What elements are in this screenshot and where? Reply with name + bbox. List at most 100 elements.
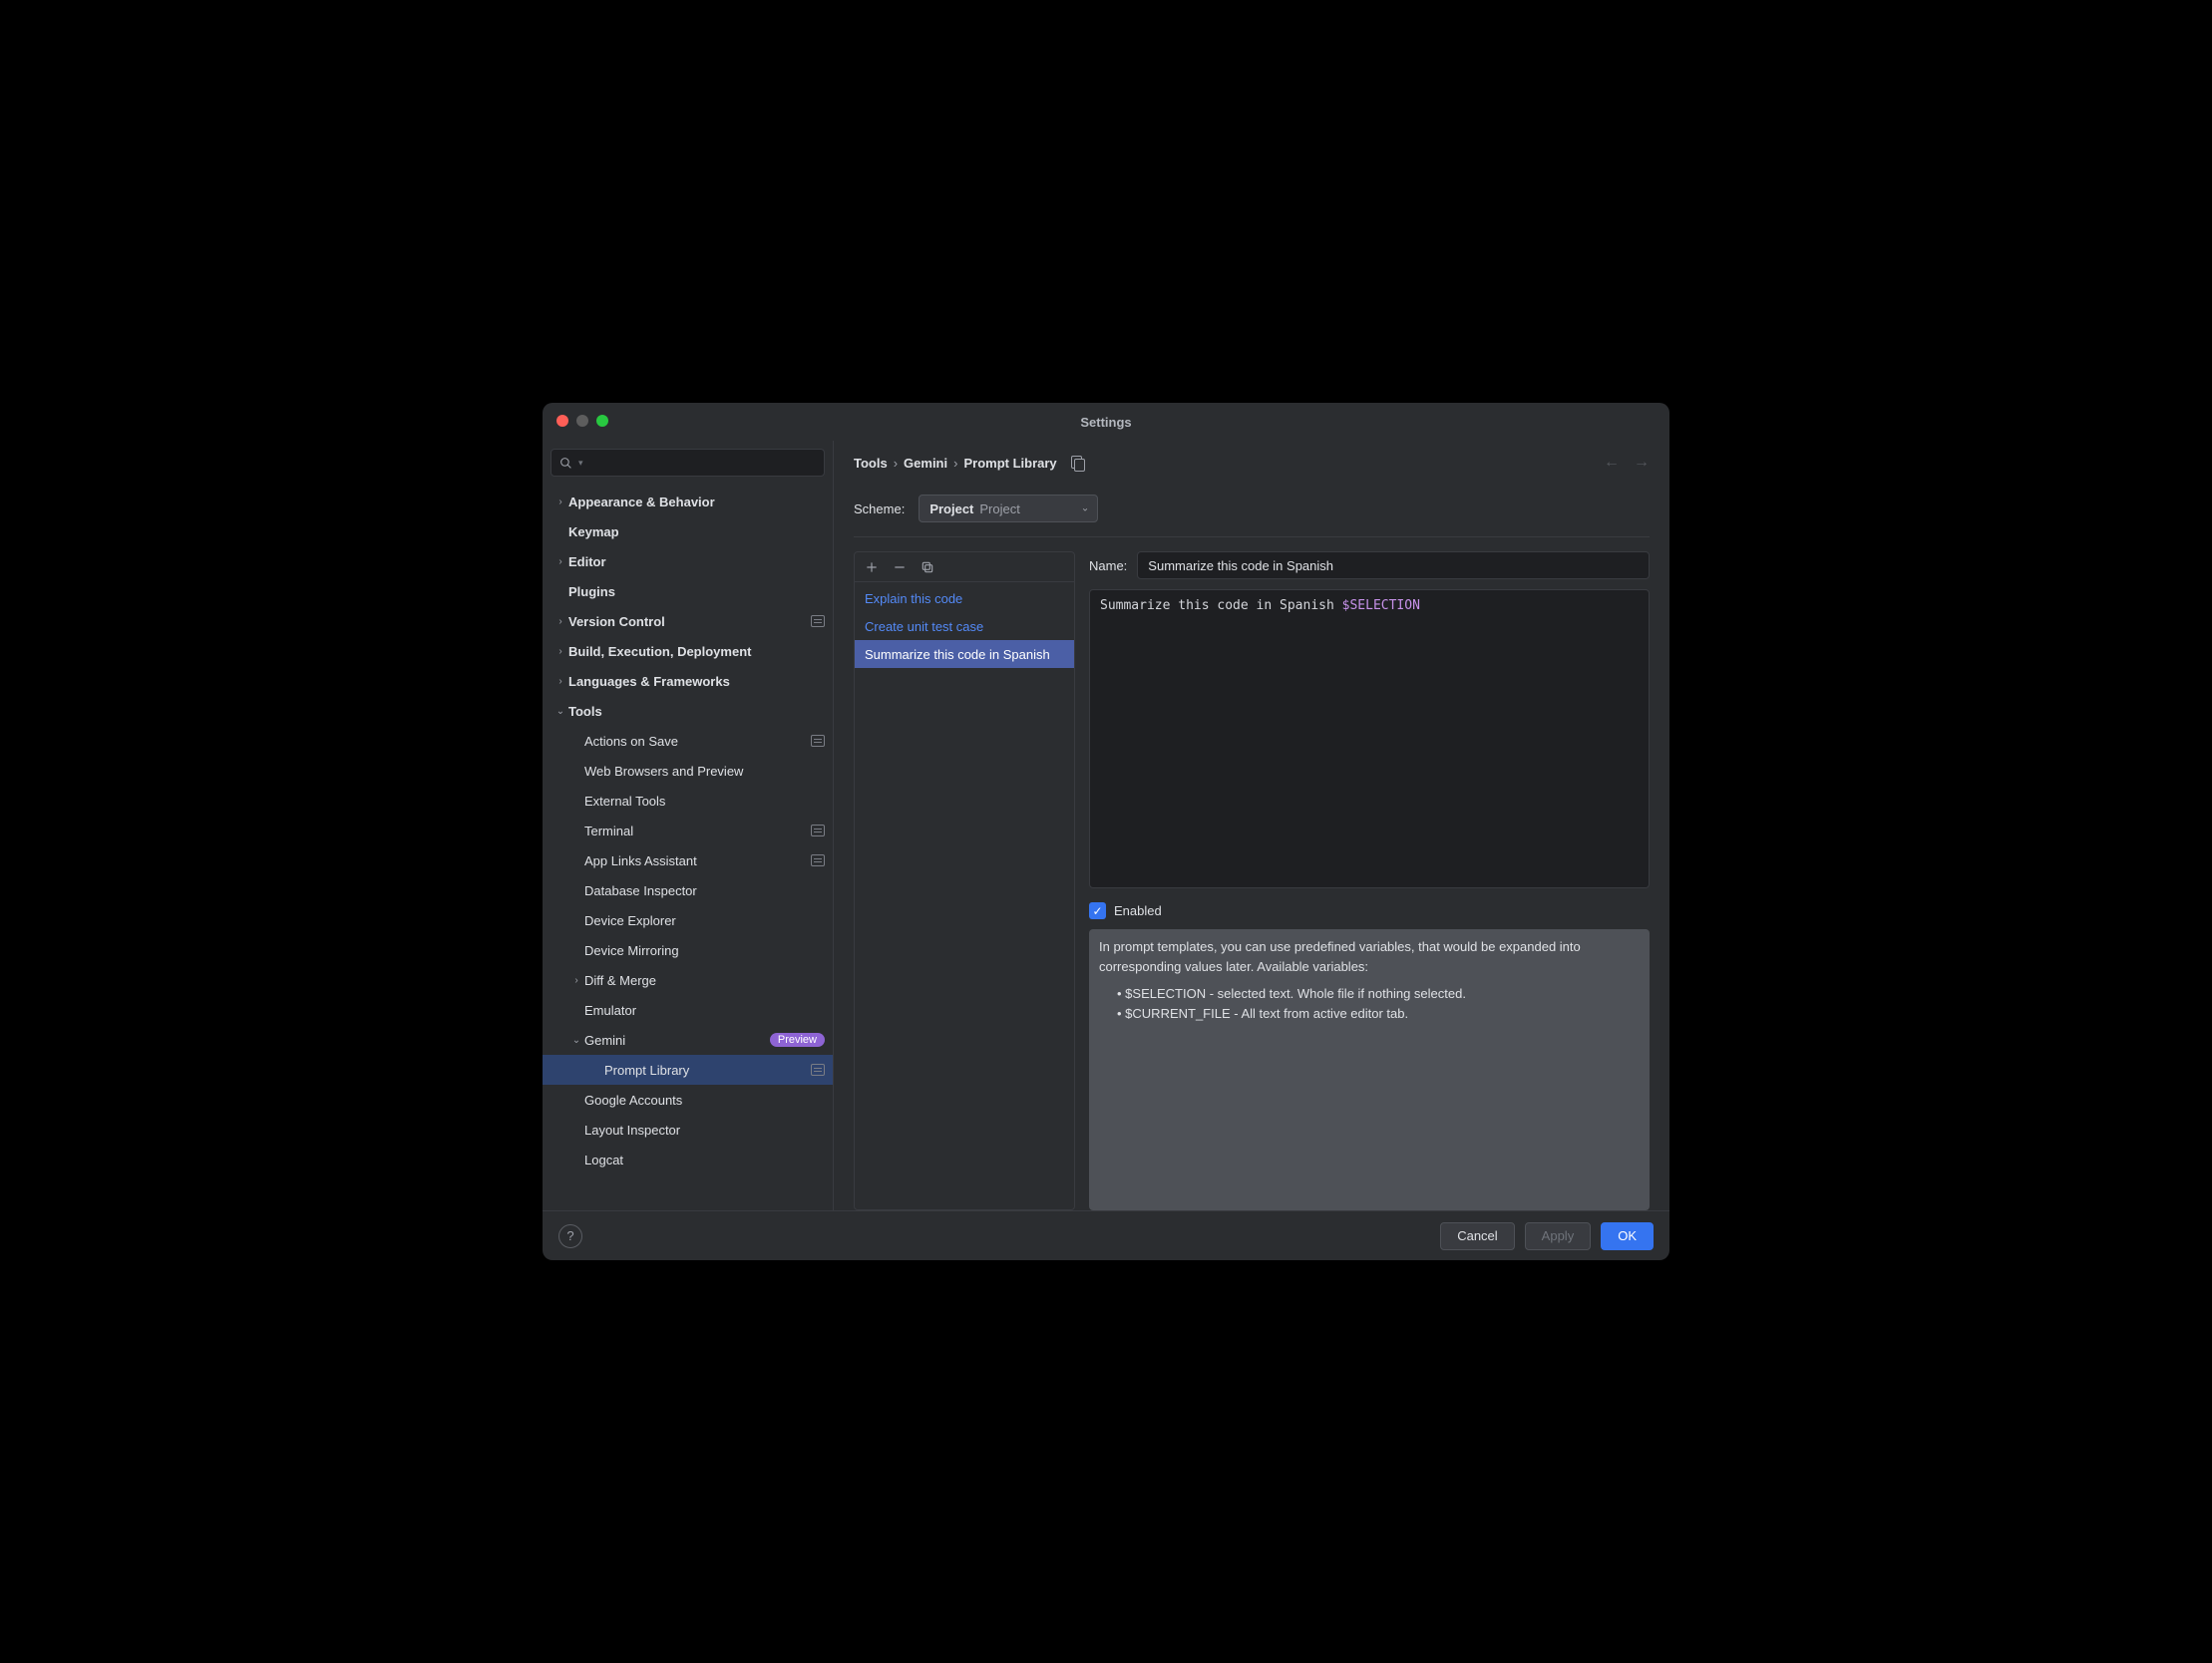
remove-icon[interactable] bbox=[893, 560, 907, 574]
sidebar-item-build-execution-deployment[interactable]: ›Build, Execution, Deployment bbox=[543, 636, 833, 666]
chevron-icon: › bbox=[553, 646, 568, 657]
breadcrumb-seg[interactable]: Tools bbox=[854, 456, 888, 471]
scheme-secondary: Project bbox=[979, 501, 1019, 516]
sidebar-item-keymap[interactable]: Keymap bbox=[543, 516, 833, 546]
search-input[interactable]: ▾ bbox=[551, 449, 825, 477]
chevron-icon: › bbox=[553, 616, 568, 627]
chevron-icon: ⌄ bbox=[568, 1035, 584, 1046]
sidebar-item-gemini[interactable]: ⌄GeminiPreview bbox=[543, 1025, 833, 1055]
sidebar-item-logcat[interactable]: Logcat bbox=[543, 1145, 833, 1174]
modified-icon bbox=[811, 854, 825, 866]
sidebar-item-label: Device Mirroring bbox=[584, 943, 825, 958]
sidebar-item-database-inspector[interactable]: Database Inspector bbox=[543, 875, 833, 905]
prompt-item[interactable]: Explain this code bbox=[855, 584, 1074, 612]
sidebar-item-label: Editor bbox=[568, 554, 825, 569]
sidebar-item-device-mirroring[interactable]: Device Mirroring bbox=[543, 935, 833, 965]
sidebar-item-app-links-assistant[interactable]: App Links Assistant bbox=[543, 845, 833, 875]
enabled-label: Enabled bbox=[1114, 903, 1162, 918]
settings-window: Settings ▾ ›Appearance & BehaviorKeymap›… bbox=[543, 403, 1669, 1260]
copy-icon[interactable] bbox=[921, 560, 934, 574]
sidebar-item-label: Appearance & Behavior bbox=[568, 495, 825, 509]
close-icon[interactable] bbox=[556, 415, 568, 427]
breadcrumb-seg[interactable]: Gemini bbox=[904, 456, 947, 471]
sidebar-item-label: Google Accounts bbox=[584, 1093, 825, 1108]
chevron-down-icon: ▾ bbox=[578, 458, 583, 469]
sidebar-item-diff-merge[interactable]: ›Diff & Merge bbox=[543, 965, 833, 995]
add-icon[interactable] bbox=[865, 560, 879, 574]
chevron-icon: › bbox=[553, 676, 568, 687]
scheme-label: Scheme: bbox=[854, 501, 905, 516]
sidebar-item-label: Diff & Merge bbox=[584, 973, 825, 988]
sidebar-item-external-tools[interactable]: External Tools bbox=[543, 786, 833, 816]
sidebar-item-label: Database Inspector bbox=[584, 883, 825, 898]
minimize-icon[interactable] bbox=[576, 415, 588, 427]
main-panel: Tools › Gemini › Prompt Library ← → Sche… bbox=[834, 441, 1669, 1210]
search-icon bbox=[559, 457, 572, 470]
prompt-list-panel: Explain this codeCreate unit test caseSu… bbox=[854, 551, 1075, 1210]
chevron-down-icon: ⌄ bbox=[1081, 503, 1089, 514]
breadcrumb-sep: › bbox=[953, 456, 957, 471]
help-item: $SELECTION - selected text. Whole file i… bbox=[1117, 984, 1640, 1004]
sidebar-item-label: Build, Execution, Deployment bbox=[568, 644, 825, 659]
breadcrumb-seg[interactable]: Prompt Library bbox=[963, 456, 1056, 471]
sidebar-item-label: Layout Inspector bbox=[584, 1123, 825, 1138]
ok-button[interactable]: OK bbox=[1601, 1222, 1654, 1250]
help-box: In prompt templates, you can use predefi… bbox=[1089, 929, 1650, 1210]
chevron-icon: › bbox=[568, 975, 584, 986]
sidebar-item-label: Languages & Frameworks bbox=[568, 674, 825, 689]
sidebar-item-label: Terminal bbox=[584, 824, 805, 838]
traffic-lights bbox=[556, 415, 608, 427]
chevron-icon: › bbox=[553, 497, 568, 507]
sidebar-item-languages-frameworks[interactable]: ›Languages & Frameworks bbox=[543, 666, 833, 696]
sidebar-item-device-explorer[interactable]: Device Explorer bbox=[543, 905, 833, 935]
help-item: $CURRENT_FILE - All text from active edi… bbox=[1117, 1004, 1640, 1024]
apply-button[interactable]: Apply bbox=[1525, 1222, 1592, 1250]
forward-icon[interactable]: → bbox=[1634, 454, 1650, 472]
sidebar-item-terminal[interactable]: Terminal bbox=[543, 816, 833, 845]
prompt-body-variable: $SELECTION bbox=[1342, 598, 1420, 613]
footer: ? Cancel Apply OK bbox=[543, 1210, 1669, 1260]
back-icon[interactable]: ← bbox=[1604, 454, 1620, 472]
sidebar-item-label: Logcat bbox=[584, 1153, 825, 1167]
prompt-item[interactable]: Create unit test case bbox=[855, 612, 1074, 640]
prompt-item[interactable]: Summarize this code in Spanish bbox=[855, 640, 1074, 668]
help-button[interactable]: ? bbox=[558, 1224, 582, 1248]
sidebar-item-actions-on-save[interactable]: Actions on Save bbox=[543, 726, 833, 756]
sidebar-item-version-control[interactable]: ›Version Control bbox=[543, 606, 833, 636]
scheme-select[interactable]: Project Project ⌄ bbox=[919, 495, 1098, 522]
prompt-detail: Name: Summarize this code in Spanish $SE… bbox=[1089, 551, 1650, 1210]
scheme-value: Project bbox=[929, 501, 973, 516]
modified-icon bbox=[811, 1064, 825, 1076]
zoom-icon[interactable] bbox=[596, 415, 608, 427]
sidebar-item-appearance-behavior[interactable]: ›Appearance & Behavior bbox=[543, 487, 833, 516]
name-input[interactable] bbox=[1137, 551, 1650, 579]
copy-icon[interactable] bbox=[1071, 456, 1085, 470]
cancel-button[interactable]: Cancel bbox=[1440, 1222, 1514, 1250]
prompt-body-text: Summarize this code in Spanish bbox=[1100, 598, 1342, 613]
scheme-row: Scheme: Project Project ⌄ bbox=[854, 485, 1650, 537]
prompt-body[interactable]: Summarize this code in Spanish $SELECTIO… bbox=[1089, 589, 1650, 888]
editor-row: Explain this codeCreate unit test caseSu… bbox=[854, 551, 1650, 1210]
sidebar-item-editor[interactable]: ›Editor bbox=[543, 546, 833, 576]
sidebar-item-prompt-library[interactable]: Prompt Library bbox=[543, 1055, 833, 1085]
sidebar-item-label: External Tools bbox=[584, 794, 825, 809]
nav-arrows: ← → bbox=[1604, 454, 1650, 472]
preview-badge: Preview bbox=[770, 1033, 825, 1047]
breadcrumb-sep: › bbox=[894, 456, 898, 471]
sidebar-item-label: Emulator bbox=[584, 1003, 825, 1018]
sidebar-item-label: Version Control bbox=[568, 614, 805, 629]
modified-icon bbox=[811, 615, 825, 627]
sidebar-item-google-accounts[interactable]: Google Accounts bbox=[543, 1085, 833, 1115]
prompt-items: Explain this codeCreate unit test caseSu… bbox=[855, 582, 1074, 1209]
name-row: Name: bbox=[1089, 551, 1650, 579]
sidebar-item-web-browsers-and-preview[interactable]: Web Browsers and Preview bbox=[543, 756, 833, 786]
enabled-checkbox[interactable]: ✓ bbox=[1089, 902, 1106, 919]
sidebar-item-label: Prompt Library bbox=[604, 1063, 805, 1078]
sidebar-item-tools[interactable]: ⌄Tools bbox=[543, 696, 833, 726]
modified-icon bbox=[811, 825, 825, 836]
content: ▾ ›Appearance & BehaviorKeymap›EditorPlu… bbox=[543, 441, 1669, 1210]
sidebar-item-plugins[interactable]: Plugins bbox=[543, 576, 833, 606]
sidebar-item-emulator[interactable]: Emulator bbox=[543, 995, 833, 1025]
sidebar-item-label: Web Browsers and Preview bbox=[584, 764, 825, 779]
sidebar-item-layout-inspector[interactable]: Layout Inspector bbox=[543, 1115, 833, 1145]
